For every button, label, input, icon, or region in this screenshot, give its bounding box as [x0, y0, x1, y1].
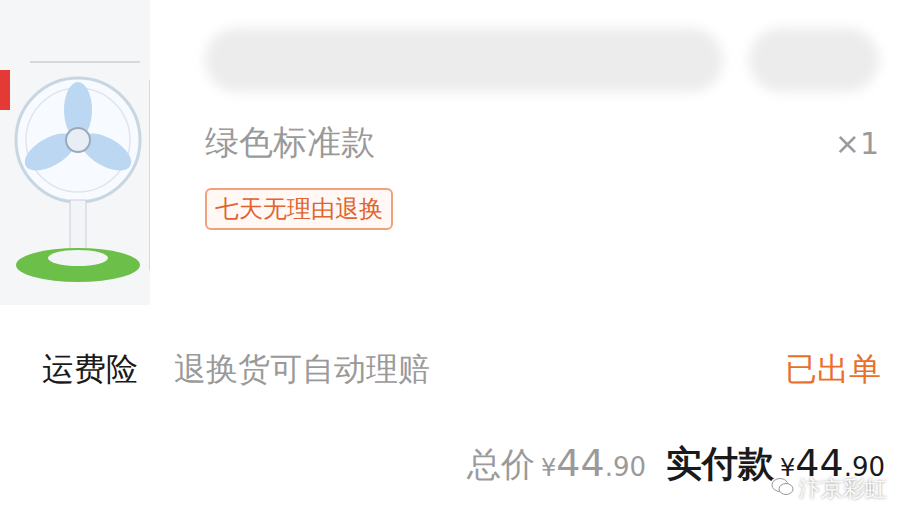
watermark: 汴京彩虹	[771, 474, 887, 504]
insurance-label: 运费险	[42, 348, 138, 392]
price-integer: 44	[556, 441, 604, 485]
price-decimal: .90	[605, 452, 646, 482]
total-price: ¥44.90	[541, 441, 646, 485]
variant-row: 绿色标准款 ×1	[205, 116, 879, 170]
blur-block	[749, 28, 879, 92]
currency: ¥	[541, 454, 556, 482]
paid-label: 实付款	[666, 440, 774, 489]
return-badge: 七天无理由退换	[205, 188, 393, 230]
blur-block	[205, 28, 723, 92]
wechat-icon	[771, 477, 795, 502]
product-row[interactable]: 绿色标准款 ×1 七天无理由退换	[0, 0, 909, 305]
quantity: ×1	[835, 122, 879, 165]
fan-icon	[0, 0, 150, 305]
product-info: 绿色标准款 ×1 七天无理由退换	[150, 0, 909, 305]
variant-label: 绿色标准款	[205, 116, 375, 170]
badge-row: 七天无理由退换	[205, 188, 879, 230]
insurance-description: 退换货可自动理赔	[174, 348, 749, 392]
product-image[interactable]	[0, 0, 150, 305]
blurred-title	[205, 24, 879, 96]
watermark-text: 汴京彩虹	[799, 474, 887, 504]
totals-row: 总价¥44.90实付款¥44.90汴京彩虹	[0, 440, 909, 489]
insurance-status: 已出单	[785, 348, 881, 392]
total-label: 总价	[467, 442, 535, 488]
insurance-row[interactable]: 运费险退换货可自动理赔已出单	[0, 340, 909, 400]
